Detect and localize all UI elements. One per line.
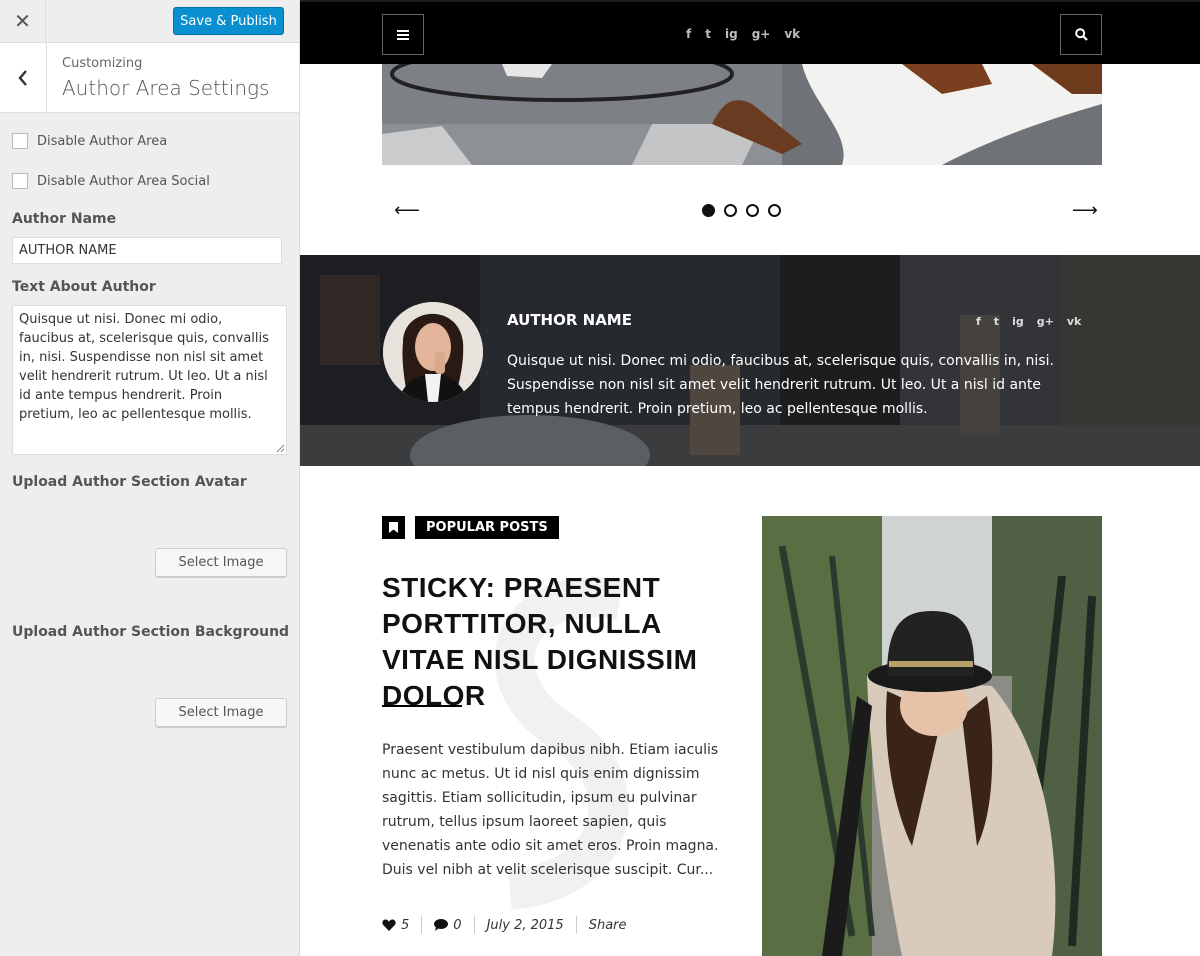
disable-author-area-social-option[interactable]: Disable Author Area Social (12, 173, 210, 189)
slider-image[interactable] (382, 64, 1102, 165)
section-header: Customizing Author Area Settings (0, 43, 299, 113)
twitter-icon[interactable]: t (705, 24, 711, 44)
bookmark-icon (382, 516, 405, 539)
slider-next-arrow[interactable]: ⟶ (1072, 200, 1098, 221)
disable-author-area-social-label: Disable Author Area Social (37, 173, 210, 189)
select-avatar-image-button[interactable]: Select Image (155, 548, 287, 577)
author-name-input[interactable] (12, 237, 282, 264)
facebook-icon[interactable]: f (686, 24, 691, 44)
slider-dot[interactable] (702, 204, 715, 217)
slider-dot[interactable] (746, 204, 759, 217)
back-button[interactable] (0, 43, 47, 112)
google-plus-icon[interactable]: g+ (752, 24, 771, 44)
heart-icon (382, 919, 396, 931)
author-avatar (383, 302, 483, 402)
upload-avatar-label: Upload Author Section Avatar (12, 474, 247, 490)
facebook-icon[interactable]: f (976, 312, 981, 332)
instagram-icon[interactable]: ig (725, 24, 738, 44)
breadcrumb: Customizing (62, 56, 143, 71)
author-name: AUTHOR NAME (507, 311, 632, 329)
vk-icon[interactable]: vk (784, 24, 800, 44)
disable-author-area-label: Disable Author Area (37, 133, 168, 149)
upload-background-label: Upload Author Section Background (12, 624, 290, 640)
select-background-image-button[interactable]: Select Image (155, 698, 287, 727)
chevron-left-icon (18, 69, 27, 86)
post-title[interactable]: STICKY: PRAESENT PORTTITOR, NULLA VITAE … (382, 570, 742, 714)
search-icon (1074, 28, 1088, 41)
vk-icon[interactable]: vk (1067, 312, 1082, 332)
comments-link[interactable]: 0 (421, 916, 473, 934)
slider-prev-arrow[interactable]: ⟵ (394, 200, 420, 221)
share-link[interactable]: Share (575, 916, 639, 934)
author-social-links: f t ig g+ vk (976, 312, 1081, 332)
menu-button[interactable] (382, 14, 424, 55)
slider-dot[interactable] (768, 204, 781, 217)
author-name-label: Author Name (12, 211, 117, 227)
resize-grip-icon[interactable] (276, 444, 285, 453)
popular-posts-label[interactable]: POPULAR POSTS (415, 516, 559, 539)
save-publish-button[interactable]: Save & Publish (173, 7, 284, 35)
slider-dot[interactable] (724, 204, 737, 217)
post-featured-image[interactable] (762, 516, 1102, 956)
google-plus-icon[interactable]: g+ (1037, 312, 1054, 332)
site-header: f t ig g+ vk (300, 0, 1200, 64)
comments-count: 0 (453, 917, 462, 933)
post-excerpt: Praesent vestibulum dapibus nibh. Etiam … (382, 742, 719, 878)
close-customizer-button[interactable]: ✕ (0, 0, 46, 43)
author-area: AUTHOR NAME f t ig g+ vk Quisque ut nisi… (300, 255, 1200, 466)
text-about-author-textarea[interactable]: Quisque ut nisi. Donec mi odio, faucibus… (12, 305, 287, 455)
twitter-icon[interactable]: t (994, 312, 999, 332)
title-divider (382, 705, 462, 707)
likes-button[interactable]: 5 (382, 916, 421, 934)
post-date: July 2, 2015 (473, 916, 576, 934)
hamburger-icon (397, 29, 409, 40)
author-bio: Quisque ut nisi. Donec mi odio, faucibus… (507, 353, 1054, 417)
slider-dots (702, 204, 781, 217)
disable-author-area-social-checkbox[interactable] (12, 173, 28, 189)
header-social-links: f t ig g+ vk (686, 24, 800, 44)
site-preview: f t ig g+ vk ⟵ ⟶ AUTHOR NAME f t ig g+ v… (300, 0, 1200, 956)
disable-author-area-option[interactable]: Disable Author Area (12, 133, 167, 149)
customizer-header: ✕ Save & Publish (0, 0, 299, 43)
close-icon: ✕ (14, 11, 31, 33)
disable-author-area-checkbox[interactable] (12, 133, 28, 149)
search-button[interactable] (1060, 14, 1102, 55)
comment-icon (434, 919, 449, 931)
likes-count: 5 (401, 917, 410, 933)
post-category-tag[interactable]: POPULAR POSTS (382, 516, 559, 539)
instagram-icon[interactable]: ig (1012, 312, 1024, 332)
customizer-sidebar: ✕ Save & Publish Customizing Author Area… (0, 0, 300, 956)
post-meta: 5 0 July 2, 2015 Share (382, 916, 639, 934)
text-about-author-label: Text About Author (12, 279, 156, 295)
section-title: Author Area Settings (62, 76, 270, 100)
